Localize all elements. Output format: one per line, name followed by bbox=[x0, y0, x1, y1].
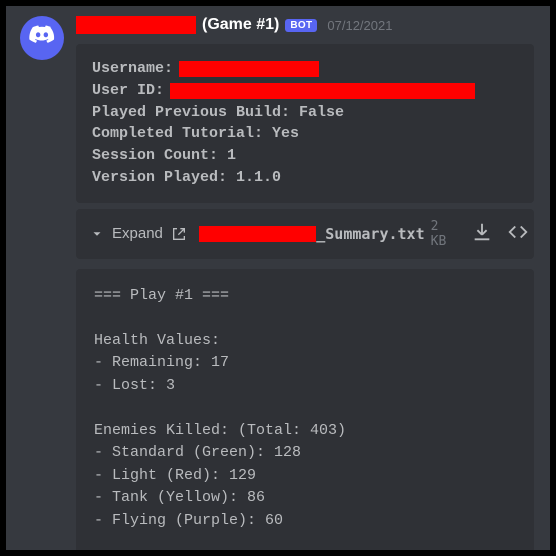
attachment-bar: Expand _Summary.txt 2 KB bbox=[76, 209, 534, 259]
version-line: Version Played: 1.1.0 bbox=[92, 167, 281, 189]
author-suffix: (Game #1) bbox=[202, 16, 279, 34]
avatar[interactable] bbox=[20, 16, 64, 60]
file-preview: === Play #1 === Health Values: - Remaini… bbox=[76, 269, 534, 551]
userid-label: User ID: bbox=[92, 80, 164, 102]
prev-build-line: Played Previous Build: False bbox=[92, 102, 344, 124]
code-icon bbox=[507, 221, 529, 243]
message-timestamp: 07/12/2021 bbox=[327, 18, 392, 33]
message-header: (Game #1) BOT 07/12/2021 bbox=[76, 16, 534, 34]
attachment-filename[interactable]: _Summary.txt 2 KB bbox=[199, 219, 459, 249]
filename-suffix: _Summary.txt bbox=[316, 225, 424, 243]
userid-value-redacted bbox=[170, 83, 475, 99]
chevron-down-icon bbox=[90, 227, 104, 241]
popout-icon bbox=[171, 226, 187, 242]
author-name-redacted[interactable] bbox=[76, 16, 196, 34]
preview-line: - Remaining: 17 bbox=[94, 354, 229, 371]
session-line: Session Count: 1 bbox=[92, 145, 236, 167]
preview-line: - Light (Red): 129 bbox=[94, 467, 256, 484]
message: (Game #1) BOT 07/12/2021 Username: User … bbox=[6, 6, 550, 550]
tutorial-line: Completed Tutorial: Yes bbox=[92, 123, 299, 145]
preview-line: - Lost: 3 bbox=[94, 377, 175, 394]
preview-line: - Flying (Purple): 60 bbox=[94, 512, 283, 529]
expand-label: Expand bbox=[112, 225, 163, 242]
discord-logo-icon bbox=[28, 22, 56, 55]
expand-button[interactable]: Expand bbox=[90, 225, 187, 242]
username-value-redacted bbox=[179, 61, 319, 77]
bot-badge: BOT bbox=[285, 19, 317, 32]
preview-line: - Standard (Green): 128 bbox=[94, 444, 301, 461]
preview-line: - Tank (Yellow): 86 bbox=[94, 489, 265, 506]
download-icon bbox=[471, 221, 493, 243]
username-label: Username: bbox=[92, 58, 173, 80]
preview-line: Enemies Killed: (Total: 403) bbox=[94, 422, 346, 439]
download-button[interactable] bbox=[471, 221, 493, 247]
attachment-filesize: 2 KB bbox=[431, 219, 459, 249]
embed-block: Username: User ID: Played Previous Build… bbox=[76, 44, 534, 203]
preview-line: Health Values: bbox=[94, 332, 220, 349]
filename-redacted bbox=[199, 226, 316, 242]
view-code-button[interactable] bbox=[507, 221, 529, 247]
preview-line: === Play #1 === bbox=[94, 287, 229, 304]
